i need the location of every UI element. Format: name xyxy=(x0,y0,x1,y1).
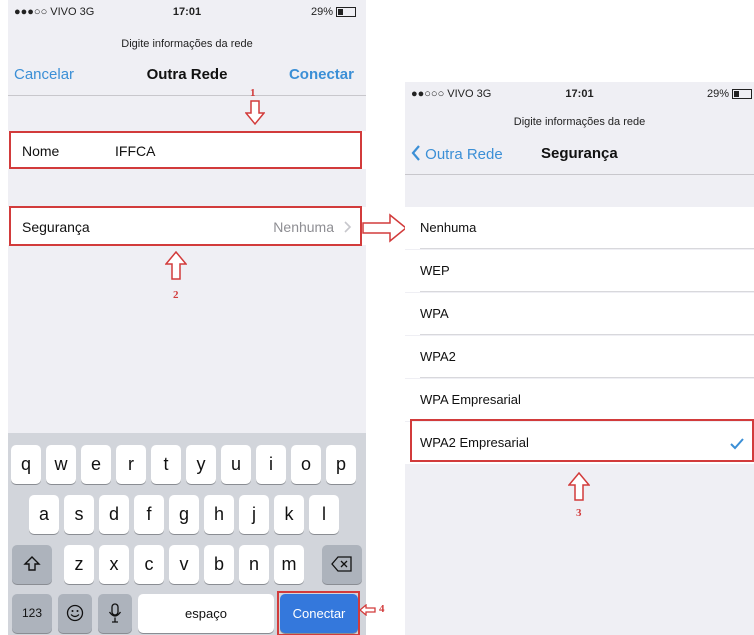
security-option-0[interactable]: Nenhuma xyxy=(405,207,754,249)
emoji-icon xyxy=(66,604,84,622)
battery-icon xyxy=(336,7,356,18)
key-d[interactable]: d xyxy=(99,495,129,534)
annotation-number-2: 2 xyxy=(173,289,179,301)
security-option-2[interactable]: WPA xyxy=(405,293,754,335)
status-bar: ●●●○○ VIVO 3G 17:01 29% xyxy=(8,0,366,22)
key-l[interactable]: l xyxy=(309,495,339,534)
key-k[interactable]: k xyxy=(274,495,304,534)
key-c[interactable]: c xyxy=(134,545,164,584)
key-n[interactable]: n xyxy=(239,545,269,584)
security-option-label: WEP xyxy=(420,263,450,278)
connect-button[interactable]: Conectar xyxy=(289,66,354,83)
security-option-4[interactable]: WPA Empresarial xyxy=(405,379,754,421)
key-e[interactable]: e xyxy=(81,445,111,484)
left-arrow-icon xyxy=(359,604,376,616)
nav-divider-right xyxy=(405,174,754,175)
page-title-right: Segurança xyxy=(541,145,618,162)
status-bar-right: ●●○○○ VIVO 3G 17:01 29% xyxy=(405,82,754,104)
row-divider xyxy=(420,248,754,249)
battery-icon-right xyxy=(732,89,752,100)
key-b[interactable]: b xyxy=(204,545,234,584)
row-divider xyxy=(420,291,754,292)
up-arrow-icon xyxy=(165,251,187,280)
microphone-key[interactable] xyxy=(98,594,132,633)
key-s[interactable]: s xyxy=(64,495,94,534)
key-x[interactable]: x xyxy=(99,545,129,584)
key-j[interactable]: j xyxy=(239,495,269,534)
back-button[interactable]: Outra Rede xyxy=(411,145,503,163)
clock-right: 17:01 xyxy=(565,88,594,100)
key-p[interactable]: p xyxy=(326,445,356,484)
highlight-box-security xyxy=(9,206,362,246)
shift-key[interactable] xyxy=(12,545,52,584)
row-divider xyxy=(420,334,754,335)
chevron-left-icon xyxy=(411,145,420,161)
key-f[interactable]: f xyxy=(134,495,164,534)
battery-percent: 29% xyxy=(310,6,333,18)
backspace-icon xyxy=(331,556,352,572)
key-i[interactable]: i xyxy=(256,445,286,484)
key-q[interactable]: q xyxy=(11,445,41,484)
numbers-key[interactable]: 123 xyxy=(12,594,52,633)
space-key[interactable]: espaço xyxy=(138,594,274,633)
delete-key[interactable] xyxy=(322,545,362,584)
security-option-1[interactable]: WEP xyxy=(405,250,754,292)
security-option-label: WPA Empresarial xyxy=(420,392,521,407)
battery-indicator: 29% xyxy=(311,6,356,18)
key-u[interactable]: u xyxy=(221,445,251,484)
battery-indicator-right: 29% xyxy=(707,88,752,100)
key-r[interactable]: r xyxy=(116,445,146,484)
key-y[interactable]: y xyxy=(186,445,216,484)
highlight-box-connect xyxy=(277,591,360,635)
keyboard: qwertyuiop asdfghjkl zxcvbnm 123 espaço … xyxy=(8,433,366,635)
highlight-box-name xyxy=(9,131,362,169)
down-arrow-icon xyxy=(245,100,265,126)
row-divider xyxy=(420,377,754,378)
security-option-3[interactable]: WPA2 xyxy=(405,336,754,378)
key-z[interactable]: z xyxy=(64,545,94,584)
security-option-label: WPA2 xyxy=(420,349,456,364)
annotation-number-1: 1 xyxy=(250,87,256,99)
prompt-text: Digite informações da rede xyxy=(121,38,253,50)
key-a[interactable]: a xyxy=(29,495,59,534)
highlight-box-wpa2-enterprise xyxy=(410,419,754,462)
key-v[interactable]: v xyxy=(169,545,199,584)
right-phone-screen: ●●○○○ VIVO 3G 17:01 29% Digite informaçõ… xyxy=(405,82,754,635)
battery-percent-right: 29% xyxy=(706,88,729,100)
up-arrow-icon-3 xyxy=(568,472,590,501)
key-w[interactable]: w xyxy=(46,445,76,484)
right-arrow-icon xyxy=(362,213,408,243)
key-h[interactable]: h xyxy=(204,495,234,534)
nav-divider xyxy=(8,95,366,96)
security-option-label: WPA xyxy=(420,306,449,321)
prompt-text-right: Digite informações da rede xyxy=(513,116,646,128)
left-phone-screen: ●●●○○ VIVO 3G 17:01 29% Digite informaçõ… xyxy=(8,0,366,635)
key-m[interactable]: m xyxy=(274,545,304,584)
emoji-key[interactable] xyxy=(58,594,92,633)
microphone-icon xyxy=(108,603,122,623)
annotation-number-4: 4 xyxy=(379,603,385,615)
key-t[interactable]: t xyxy=(151,445,181,484)
annotation-number-3: 3 xyxy=(576,507,582,519)
key-g[interactable]: g xyxy=(169,495,199,534)
security-option-label: Nenhuma xyxy=(420,220,477,235)
back-button-label: Outra Rede xyxy=(425,146,503,163)
shift-icon xyxy=(23,556,41,571)
key-o[interactable]: o xyxy=(291,445,321,484)
